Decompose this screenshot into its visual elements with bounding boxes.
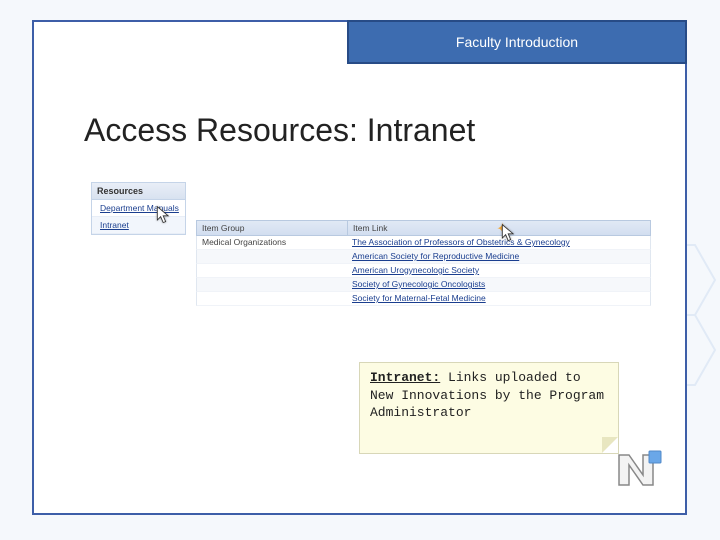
link-american-urogynecologic-society[interactable]: American Urogynecologic Society	[352, 265, 479, 275]
col-item-link: Item Link	[347, 221, 650, 235]
slide-frame: Faculty Introduction Access Resources: I…	[32, 20, 687, 515]
resources-screenshot: Resources Department Manuals Intranet It…	[91, 182, 651, 302]
sidebar-item-intranet[interactable]: Intranet	[92, 217, 185, 234]
link-assoc-professors-obgyn[interactable]: The Association of Professors of Obstetr…	[352, 237, 570, 247]
col-item-group: Item Group	[197, 221, 347, 235]
link-society-gynecologic-oncologists[interactable]: Society of Gynecologic Oncologists	[352, 279, 485, 289]
sidebar-header: Resources	[92, 183, 185, 200]
table-row: Medical Organizations The Association of…	[196, 236, 651, 250]
links-table: Item Group Item Link Medical Organizatio…	[196, 220, 651, 306]
header-bar: Faculty Introduction	[347, 20, 687, 64]
table-row: American Society for Reproductive Medici…	[196, 250, 651, 264]
cell-group	[197, 292, 347, 305]
table-header-row: Item Group Item Link	[196, 220, 651, 236]
cell-group	[197, 250, 347, 263]
link-society-maternal-fetal-medicine[interactable]: Society for Maternal-Fetal Medicine	[352, 293, 486, 303]
link-american-society-reproductive-medicine[interactable]: American Society for Reproductive Medici…	[352, 251, 519, 261]
cell-group	[197, 264, 347, 277]
cell-group: Medical Organizations	[197, 236, 347, 249]
header-label: Faculty Introduction	[456, 34, 578, 50]
table-row: Society of Gynecologic Oncologists	[196, 278, 651, 292]
sidebar: Resources Department Manuals Intranet	[91, 182, 186, 235]
cell-group	[197, 278, 347, 291]
callout-title: Intranet:	[370, 370, 440, 385]
slide-title: Access Resources: Intranet	[84, 112, 475, 149]
table-row: Society for Maternal-Fetal Medicine	[196, 292, 651, 306]
new-innovations-logo-icon	[613, 441, 667, 495]
sidebar-item-department-manuals[interactable]: Department Manuals	[92, 200, 185, 217]
callout-note: Intranet: Links uploaded to New Innovati…	[359, 362, 619, 454]
table-row: American Urogynecologic Society	[196, 264, 651, 278]
